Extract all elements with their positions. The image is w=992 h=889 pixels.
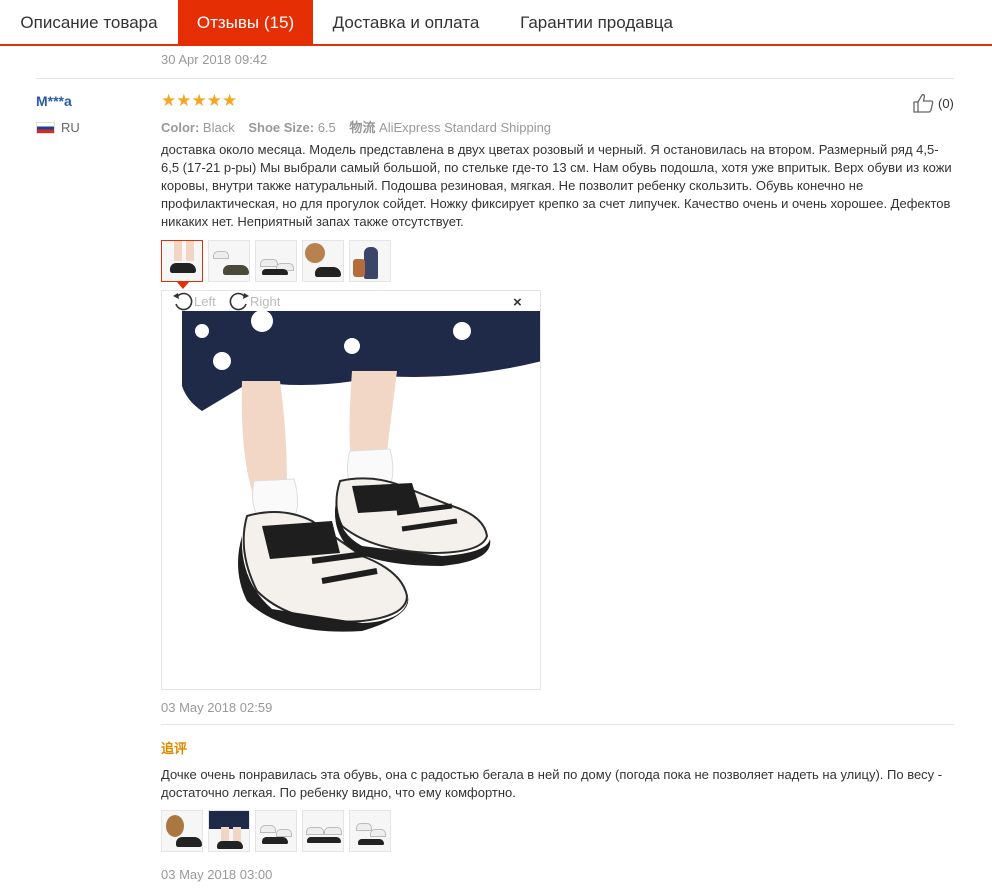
- attr-size-value: 6.5: [317, 120, 336, 135]
- toy-shape: [166, 815, 184, 837]
- toy-shape: [305, 243, 325, 263]
- star-icon: ★: [176, 91, 192, 110]
- country-code: RU: [61, 120, 80, 135]
- attr-shipping-value: AliExpress Standard Shipping: [379, 120, 552, 135]
- rotate-right-label: Right: [250, 293, 281, 309]
- leg-shape: [174, 241, 182, 261]
- rating-stars: ★ ★ ★ ★ ★: [161, 92, 237, 110]
- previous-review-date: 30 Apr 2018 09:42: [161, 52, 268, 67]
- photo-thumbnail[interactable]: [161, 810, 203, 852]
- shoe-shape: [315, 267, 341, 277]
- buyer-name-link[interactable]: M***a: [36, 93, 72, 109]
- shoe-sole-shape: [262, 837, 288, 844]
- attr-color-value: Black: [202, 120, 235, 135]
- photo-thumbnail[interactable]: [255, 240, 297, 282]
- rotate-left-icon: [173, 292, 193, 311]
- shoe-shape: [324, 827, 342, 835]
- shoe-sole-shape: [262, 269, 288, 275]
- product-tabs: Описание товара Отзывы (15) Доставка и о…: [0, 0, 992, 46]
- photo-thumbnail[interactable]: [161, 240, 203, 282]
- tab-description[interactable]: Описание товара: [0, 0, 178, 44]
- leg-shape: [186, 241, 194, 261]
- shoe-sole-shape: [307, 837, 341, 843]
- thumbs-up-icon: [913, 94, 934, 113]
- shoe-shape: [170, 263, 196, 273]
- review-photo-thumbnails: [161, 240, 396, 282]
- photo-thumbnail[interactable]: [208, 810, 250, 852]
- followup-date: 03 May 2018 03:00: [161, 867, 273, 882]
- tab-shipping-payment[interactable]: Доставка и оплата: [313, 0, 499, 44]
- shoe-shape: [260, 825, 276, 833]
- bag-shape: [353, 259, 365, 277]
- active-thumbnail-caret: [177, 282, 189, 289]
- shoe-shape: [356, 823, 372, 831]
- star-icon: ★: [191, 91, 207, 110]
- review-photo: [162, 291, 540, 689]
- shoe-sole-shape: [358, 839, 384, 845]
- shoe-shape: [276, 829, 292, 837]
- followup-photo-thumbnails: [161, 810, 396, 852]
- photo-thumbnail[interactable]: [255, 810, 297, 852]
- photo-thumbnail[interactable]: [302, 810, 344, 852]
- attr-size-key: Shoe Size:: [248, 120, 315, 135]
- photo-thumbnail[interactable]: [349, 810, 391, 852]
- dress-shape: [209, 811, 249, 829]
- like-count: (0): [938, 95, 954, 111]
- star-icon: ★: [222, 91, 238, 110]
- rotate-left-button[interactable]: Left: [172, 291, 216, 311]
- russia-flag-icon: [36, 121, 55, 134]
- photo-thumbnail[interactable]: [302, 240, 344, 282]
- followup-divider: [161, 724, 954, 725]
- shoe-shape: [213, 251, 229, 259]
- rotate-right-icon: [229, 292, 249, 311]
- tab-seller-guarantees[interactable]: Гарантии продавца: [499, 0, 694, 44]
- shoe-shape: [306, 827, 324, 835]
- star-icon: ★: [161, 91, 177, 110]
- photo-viewer: [161, 290, 541, 690]
- followup-text: Дочке очень понравилась эта обувь, она с…: [161, 767, 943, 800]
- buyer-country: RU: [36, 120, 80, 135]
- shoe-shape: [223, 265, 249, 275]
- shoe-shape: [370, 829, 386, 837]
- tab-reviews[interactable]: Отзывы (15): [178, 0, 313, 46]
- shoe-shape: [217, 841, 243, 849]
- attr-shipping-key: 物流: [349, 120, 376, 135]
- review-divider: [36, 78, 954, 79]
- close-viewer-button[interactable]: ×: [513, 294, 522, 311]
- star-icon: ★: [206, 91, 222, 110]
- review-text: доставка около месяца. Модель представле…: [161, 142, 952, 229]
- helpful-like-button[interactable]: (0): [912, 93, 954, 113]
- attr-color-key: Color:: [161, 120, 200, 135]
- rotate-right-button[interactable]: Right: [228, 291, 280, 311]
- photo-thumbnail[interactable]: [208, 240, 250, 282]
- shoe-shape: [176, 837, 202, 847]
- rotate-left-label: Left: [194, 293, 216, 309]
- child-shape: [364, 247, 378, 279]
- followup-title: 追评: [161, 741, 188, 756]
- photo-thumbnail[interactable]: [349, 240, 391, 282]
- review-date: 03 May 2018 02:59: [161, 700, 273, 715]
- order-attributes: Color: Black Shoe Size: 6.5 物流 AliExpres…: [161, 117, 561, 136]
